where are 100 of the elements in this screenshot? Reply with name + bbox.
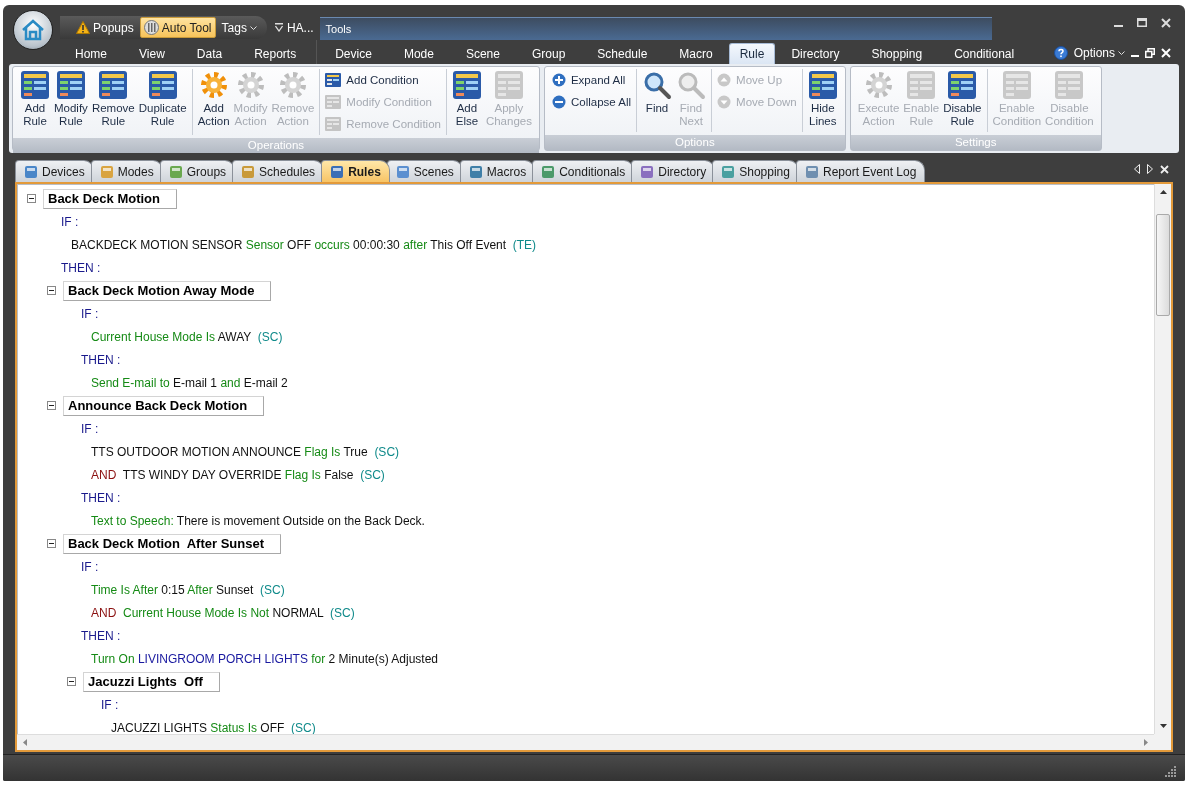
up-arrow-circle-icon [717,73,732,87]
ribbon-button[interactable]: Find [640,69,675,116]
table-icon [147,70,178,100]
table-icon [947,70,978,100]
plus-circle-icon [551,73,566,87]
ribbon-tab[interactable]: Macro [663,43,729,64]
ribbon-tab[interactable]: Directory [775,43,856,64]
ribbon-tab[interactable]: Shopping [855,43,939,64]
collapse-icon[interactable] [27,194,36,203]
contextual-tab-header: Tools [319,17,992,40]
ribbon-button[interactable]: Hide Lines [805,69,840,129]
resize-grip-icon[interactable] [1165,765,1177,777]
if-label: IF : [81,559,99,574]
ribbon-button[interactable]: Add Action [195,69,232,129]
table-icon [55,70,86,100]
rule-title[interactable]: Back Deck Motion [43,188,177,209]
tile-icon [99,164,114,179]
scrollbar-thumb[interactable] [1156,214,1170,316]
rule-statement: AND Current House Mode Is Not NORMAL (SC) [91,605,355,620]
ribbon-button[interactable]: Add Condition [323,69,421,91]
ribbon-tab[interactable]: Conditional [938,43,1031,64]
ribbon-button[interactable]: Add Else [449,69,484,129]
ribbon-button[interactable]: Duplicate Rule [136,69,189,129]
document-tab[interactable]: Modes [90,160,163,182]
document-tab[interactable]: Scenes [386,160,463,182]
restore-icon[interactable] [1145,48,1155,58]
collapse-icon[interactable] [67,677,76,686]
ribbon-tab[interactable]: Reports [238,43,313,64]
ribbon-tab[interactable]: Rule [728,43,776,64]
tile-icon [541,164,556,179]
quick-access-button[interactable]: Auto Tool [139,17,216,38]
vertical-scrollbar[interactable] [1154,184,1171,734]
gear-icon [198,70,229,100]
ribbon-tab[interactable]: Mode [387,43,450,64]
application-menu-button[interactable] [13,10,53,50]
quick-access-button[interactable]: Tags [217,17,261,38]
rule-statement: Send E-mail to E-mail 1 and E-mail 2 [91,375,288,390]
table-icon [20,70,50,100]
ribbon-tab[interactable]: Schedule [581,43,664,64]
document-tab[interactable]: Shopping [712,160,799,182]
close-icon[interactable] [1160,164,1169,174]
rule-title[interactable]: Back Deck Motion Away Mode [63,280,272,301]
tile-icon [721,164,736,179]
down-arrow-circle-icon [717,95,732,109]
tile-icon [395,164,410,179]
ribbon-tab[interactable]: Device [319,43,388,64]
gear-icon [277,70,308,100]
ribbon-button[interactable]: Collapse All [549,91,634,113]
then-label: THEN : [81,628,121,643]
dial-icon [143,20,159,35]
gear-icon [863,70,894,100]
magnifier-icon [676,70,707,100]
then-label: THEN : [61,260,101,275]
ribbon-button[interactable]: Remove Rule [89,69,137,129]
ribbon-button[interactable]: Modify Rule [52,69,90,129]
ribbon-tab[interactable]: Group [515,43,582,64]
ribbon-button[interactable]: Expand All [549,69,628,91]
tile-icon [330,164,345,179]
magnifier-icon [642,70,673,100]
quick-access-button[interactable]: Popups [72,17,138,38]
ribbon-button[interactable]: Disable Rule [941,69,984,129]
maximize-icon[interactable] [1137,18,1147,27]
document-title: HA... [286,20,314,35]
rule-statement: JACUZZI LIGHTS Status Is OFF (SC) [111,720,316,734]
house-icon [21,19,45,41]
tile-icon [804,164,819,179]
close-icon[interactable] [1161,17,1171,28]
collapse-icon[interactable] [47,539,56,548]
collapse-icon[interactable] [47,401,56,410]
rule-title[interactable]: Jacuzzi Lights Off [83,671,220,692]
if-label: IF : [61,214,79,229]
rule-title[interactable]: Announce Back Deck Motion [63,395,265,416]
document-tab[interactable]: Devices [15,160,94,182]
tile-icon [168,164,183,179]
options-menu[interactable]: Options [1073,46,1125,60]
table-icon [325,117,342,131]
table-icon [451,70,482,100]
ribbon-button[interactable]: Add Rule [18,69,52,129]
ribbon-tab[interactable]: View [123,43,181,64]
warning-icon [76,21,90,34]
ribbon-tab[interactable]: Scene [449,43,516,64]
rule-statement: Current House Mode Is AWAY (SC) [91,329,283,344]
if-label: IF : [101,697,119,712]
document-tab[interactable]: Report Event Log [795,160,926,182]
gear-icon [235,70,266,100]
help-icon[interactable] [1053,46,1068,60]
scroll-left-icon[interactable] [1134,164,1140,174]
scroll-right-icon[interactable] [1147,164,1153,174]
customize-caret-icon[interactable] [274,23,283,32]
rule-statement: TTS OUTDOOR MOTION ANNOUNCE Flag Is True (SC) [91,444,400,459]
caret-icon [1118,51,1125,55]
table-icon [1001,70,1032,100]
ribbon-tab[interactable]: Home [59,43,123,64]
document-tab[interactable]: Rules [321,160,390,182]
ribbon-tab[interactable]: Data [180,43,239,64]
if-label: IF : [81,306,99,321]
rule-title[interactable]: Back Deck Motion After Sunset [63,533,281,554]
collapse-icon[interactable] [47,286,56,295]
minus-circle-icon [551,95,566,109]
rule-statement: Time Is After 0:15 After Sunset (SC) [91,582,285,597]
